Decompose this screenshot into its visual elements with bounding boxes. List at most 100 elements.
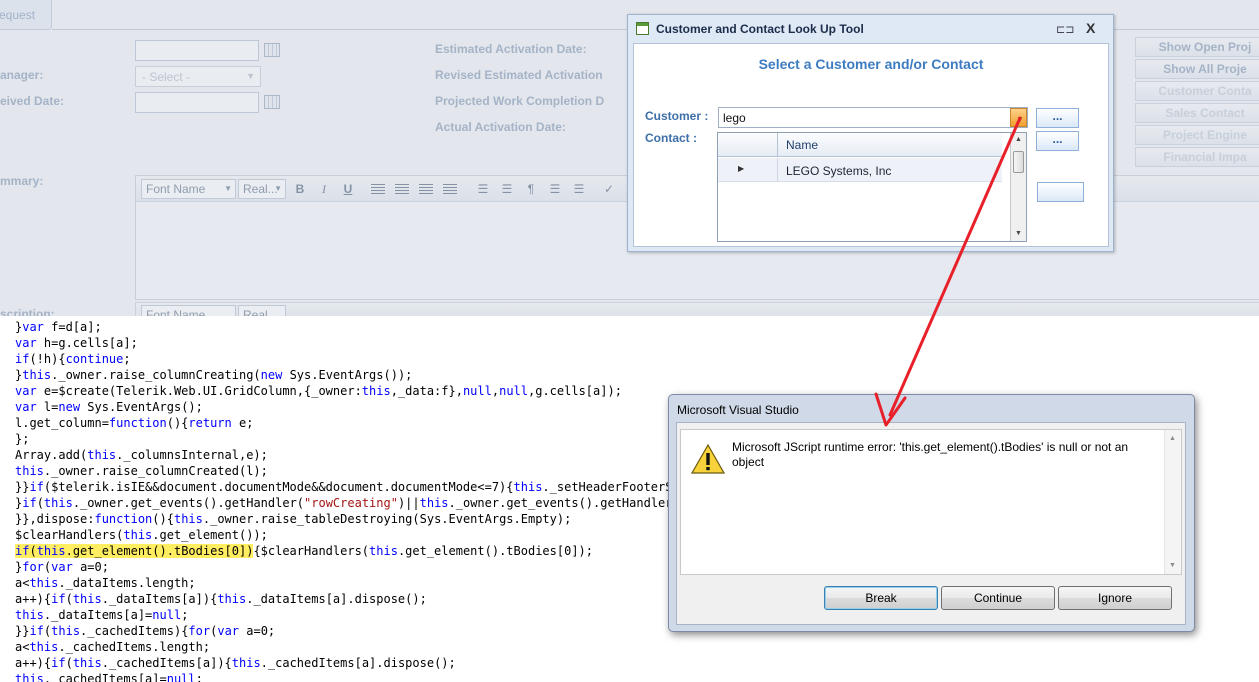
manager-select[interactable]: - Select - ▼: [135, 66, 261, 87]
grid-row[interactable]: ▶ LEGO Systems, Inc: [718, 158, 1002, 182]
scroll-down-icon[interactable]: ▼: [1169, 562, 1176, 569]
code-line: a<this._cachedItems.length;: [15, 640, 211, 654]
code-line: this._dataItems[a]=null;: [15, 608, 189, 622]
font-name-dropdown[interactable]: Font Name ▼: [141, 179, 236, 199]
visual-studio-error-dialog: Microsoft Visual Studio Microsoft JScrip…: [668, 394, 1195, 632]
break-button[interactable]: Break: [824, 586, 938, 610]
customer-contact-button[interactable]: Customer Conta: [1135, 81, 1259, 101]
summary-label: mmary:: [0, 174, 44, 188]
contact-label: Contact :: [645, 131, 697, 145]
font-name-value: Font Name: [146, 182, 206, 196]
dialog-action-button[interactable]: [1037, 182, 1084, 202]
code-line: }if(this._owner.get_events().getHandler(…: [15, 496, 687, 510]
close-icon[interactable]: X: [1086, 20, 1095, 36]
spell-check-icon[interactable]: ✓: [602, 182, 616, 196]
code-lines: }var f=d[a]; var h=g.cells[a]; if(!h){cont…: [15, 319, 694, 682]
customer-name-cell[interactable]: LEGO Systems, Inc: [786, 164, 891, 178]
font-size-value: Real...: [243, 182, 278, 196]
description-label: scription:: [0, 307, 55, 316]
indent-icon[interactable]: ☰: [572, 182, 586, 196]
actual-activation-label: Actual Activation Date:: [435, 120, 566, 134]
outdent-icon[interactable]: ☰: [548, 182, 562, 196]
show-all-projects-button[interactable]: Show All Proje: [1135, 59, 1259, 79]
scroll-up-icon[interactable]: ▲: [1169, 435, 1176, 442]
code-line: }for(var a=0;: [15, 560, 109, 574]
font-size-dropdown[interactable]: Real...: [238, 305, 286, 316]
code-line: a++){if(this._dataItems[a]){this._dataIt…: [15, 592, 427, 606]
numbered-list-icon[interactable]: ☰: [500, 182, 514, 196]
calendar-icon[interactable]: [264, 95, 280, 109]
pin-icon[interactable]: ⊏⊐: [1056, 23, 1074, 36]
code-line: var e=$create(Telerik.Web.UI.GridColumn,…: [15, 384, 622, 398]
description-editor-toolbar: Font Name Real...: [135, 302, 1259, 316]
code-line: $clearHandlers(this.get_element());: [15, 528, 268, 542]
sales-contact-button[interactable]: Sales Contact: [1135, 103, 1259, 123]
customer-label: Customer :: [645, 109, 709, 123]
dialog-titlebar[interactable]: Customer and Contact Look Up Tool ⊏⊐ X: [628, 15, 1113, 43]
row-expand-icon[interactable]: ▶: [738, 164, 744, 173]
revised-activation-label: Revised Estimated Activation: [435, 68, 603, 82]
message-scrollbar[interactable]: ▲ ▼: [1164, 430, 1181, 574]
date-input-1[interactable]: [135, 40, 259, 61]
font-size-dropdown[interactable]: Real... ▼: [238, 179, 286, 199]
grid-scrollbar[interactable]: ▲ ▼: [1010, 133, 1026, 241]
current-statement-highlight: if(this.get_element().tBodies[0]): [15, 544, 254, 558]
chevron-down-icon: ▼: [246, 71, 255, 81]
show-open-projects-button[interactable]: Show Open Proj: [1135, 37, 1259, 57]
justify-icon[interactable]: [443, 184, 457, 194]
customer-browse-button[interactable]: ...: [1036, 108, 1079, 128]
grid-header: Name: [718, 133, 1002, 157]
font-name-dropdown[interactable]: Font Name: [141, 305, 236, 316]
received-date-input[interactable]: [135, 92, 259, 113]
contact-browse-button[interactable]: ...: [1036, 131, 1079, 151]
combobox-dropdown-button[interactable]: ▼: [1010, 108, 1027, 127]
chevron-down-icon: ▼: [1016, 115, 1024, 124]
project-engineer-button[interactable]: Project Engine: [1135, 125, 1259, 145]
bulleted-list-icon[interactable]: ☰: [476, 182, 490, 196]
estimated-activation-label: Estimated Activation Date:: [435, 42, 587, 56]
font-size-value: Real...: [243, 308, 278, 316]
customer-dropdown-grid[interactable]: Name ▶ LEGO Systems, Inc ▲ ▼: [717, 132, 1027, 242]
code-line: a<this._dataItems.length;: [15, 576, 196, 590]
dialog-body: Select a Customer and/or Contact Custome…: [633, 43, 1109, 247]
tab-request[interactable]: equest: [0, 0, 52, 30]
italic-button[interactable]: I: [317, 182, 331, 196]
calendar-icon[interactable]: [264, 43, 280, 57]
code-line: }}if($telerik.isIE&&document.documentMod…: [15, 480, 695, 494]
received-date-label: eived Date:: [0, 94, 65, 108]
grid-column-name[interactable]: Name: [786, 138, 818, 152]
align-center-icon[interactable]: [395, 184, 409, 194]
code-line: }var f=d[a];: [15, 320, 102, 334]
error-message: Microsoft JScript runtime error: 'this.g…: [732, 440, 1129, 469]
financial-impact-button[interactable]: Financial Impa: [1135, 147, 1259, 167]
continue-button[interactable]: Continue: [941, 586, 1055, 610]
code-line: a++){if(this._cachedItems[a]){this._cach…: [15, 656, 456, 670]
code-line: this._cachedItems[a]=null;: [15, 672, 203, 682]
scroll-thumb[interactable]: [1013, 151, 1024, 173]
customer-contact-lookup-dialog: Customer and Contact Look Up Tool ⊏⊐ X S…: [627, 14, 1114, 252]
window-icon: [636, 22, 649, 35]
manager-select-value: - Select -: [142, 70, 191, 84]
paragraph-icon[interactable]: ¶: [524, 182, 538, 196]
grid-indicator-column: [718, 133, 778, 157]
code-line: };: [15, 432, 30, 446]
bold-button[interactable]: B: [293, 182, 307, 196]
ignore-button[interactable]: Ignore: [1058, 586, 1172, 610]
code-line: if(!h){continue;: [15, 352, 131, 366]
scroll-down-icon[interactable]: ▼: [1011, 227, 1026, 241]
dialog-title: Customer and Contact Look Up Tool: [656, 22, 864, 36]
align-left-icon[interactable]: [371, 184, 385, 194]
customer-combobox-input[interactable]: lego: [718, 107, 1028, 128]
dialog-title: Microsoft Visual Studio: [677, 403, 799, 417]
dialog-heading: Select a Customer and/or Contact: [758, 56, 984, 72]
scroll-up-icon[interactable]: ▲: [1011, 133, 1026, 147]
chevron-down-icon: ▼: [224, 184, 232, 193]
manager-label: anager:: [0, 68, 44, 82]
align-right-icon[interactable]: [419, 184, 433, 194]
underline-button[interactable]: U: [341, 182, 355, 196]
code-line: Array.add(this._columnsInternal,e);: [15, 448, 268, 462]
code-line: this._owner.raise_columnCreated(l);: [15, 464, 268, 478]
font-name-value: Font Name: [146, 308, 206, 316]
code-line: }},dispose:function(){this._owner.raise_…: [15, 512, 572, 526]
dialog-content: Microsoft JScript runtime error: 'this.g…: [676, 422, 1186, 625]
